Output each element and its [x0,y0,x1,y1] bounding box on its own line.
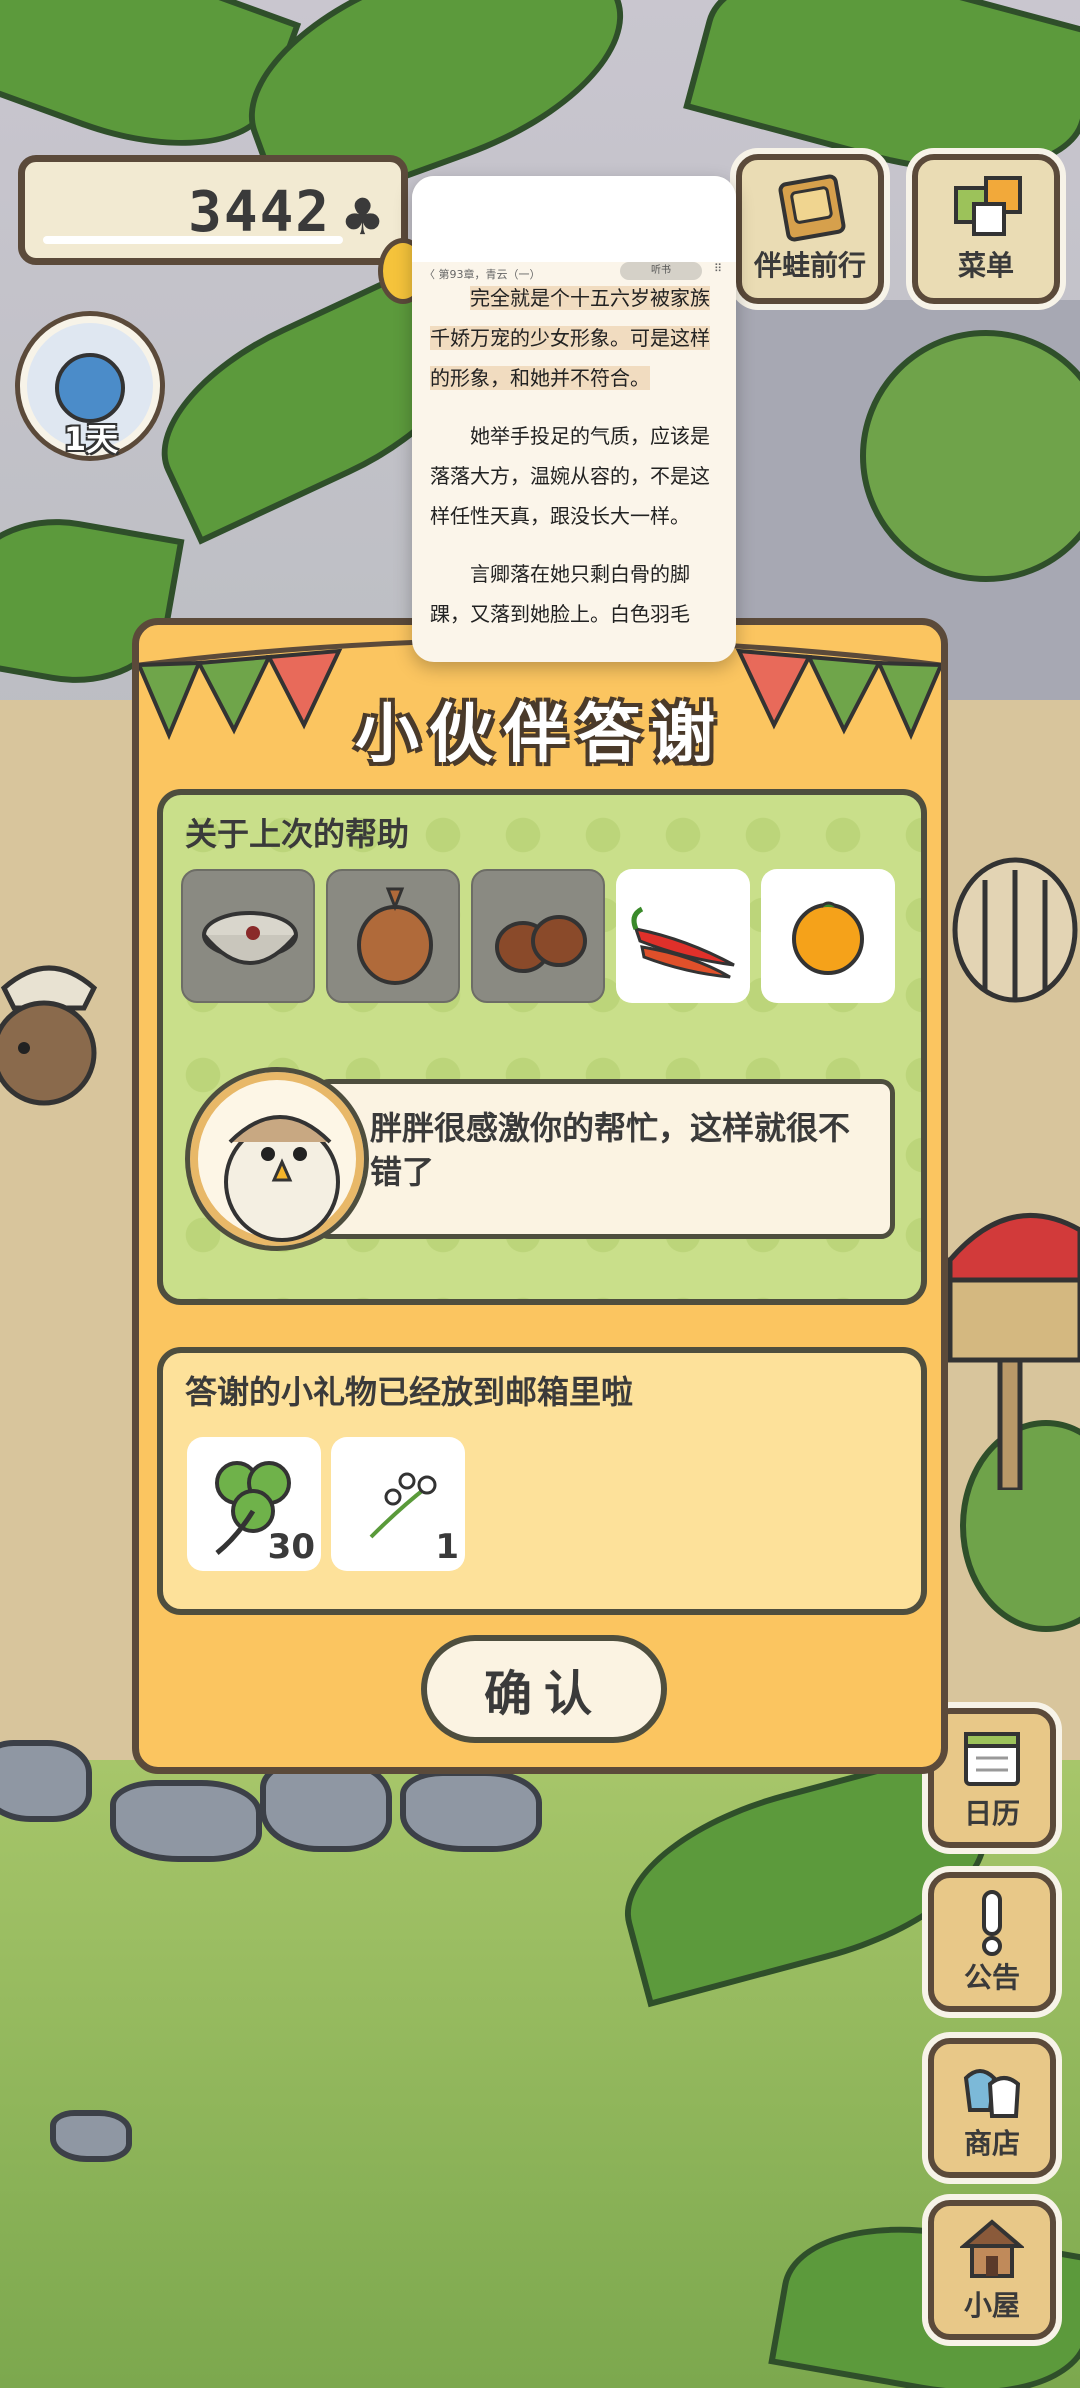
dialog-title: 小伙伴答谢 [355,698,725,772]
avatar-character [55,353,125,423]
birdcage [952,857,1078,1003]
item-slot [326,869,460,1003]
calendar-icon [964,1732,1020,1786]
helped-items-list [181,869,895,1003]
album-button[interactable]: 伴蛙前行 [736,154,884,304]
counter-underline [43,236,343,244]
house-icon [960,2219,1024,2278]
shop-label: 商店 [963,2127,1020,2160]
chili-peppers-icon [631,906,735,979]
calendar-label: 日历 [963,1797,1020,1830]
gift-count: 1 [435,1527,459,1567]
speech-text: 胖胖很感激你的帮忙，这样就很不错了 [370,1109,851,1191]
help-section-title: 关于上次的帮助 [185,815,410,853]
mailbox [947,1213,1080,1490]
highlighted-text: 完全就是个十五六岁被家族千娇万宠的少女形象。可是这样的形象，和她并不符合。 [430,286,710,390]
album-icon [778,174,846,242]
item-slot [616,869,750,1003]
album-label: 伴蛙前行 [753,249,866,282]
speech-bubble: 胖胖很感激你的帮忙，这样就很不错了 [315,1079,895,1239]
floating-reader-window[interactable]: 〈 第93章，青云（一） 听书 ⠿ 完全就是个十五六岁被家族千娇万宠的少女形象。… [412,176,736,662]
shop-button[interactable]: 商店 [928,2038,1056,2178]
orange-icon [792,901,864,975]
item-slot [181,869,315,1003]
grid-icon[interactable]: ⠿ [714,262,722,275]
stone [0,1740,92,1822]
onion-icon [357,887,433,985]
menu-cards-icon [954,176,1022,236]
help-section: 关于上次的帮助 胖胖很感激你的帮忙，这样就很不错了 [157,789,927,1305]
house-label: 小屋 [963,2289,1020,2322]
clover-icon: ♣ [340,188,385,246]
menu-button[interactable]: 菜单 [912,154,1060,304]
gift-section-title: 答谢的小礼物已经放到邮箱里啦 [185,1373,634,1411]
reader-titlebar[interactable] [412,176,736,262]
gift-section: 答谢的小礼物已经放到邮箱里啦 30 1 [157,1347,927,1615]
thanks-dialog: 小伙伴答谢 关于上次的帮助 胖胖很感激你的帮忙，这样就很不错了 答谢的小礼物已经… [132,618,948,1774]
reader-paragraph: 完全就是个十五六岁被家族千娇万宠的少女形象。可是这样的形象，和她并不符合。 [430,278,720,398]
acorn-character [0,965,98,1106]
chestnuts-icon [495,915,587,973]
house-button[interactable]: 小屋 [928,2200,1056,2340]
stone [400,1770,542,1852]
menu-label: 菜单 [957,249,1014,282]
bowl-icon [202,911,298,965]
reader-paragraph: 言卿落在她只剩白骨的脚踝，又落到她脸上。白色羽毛 [430,562,690,626]
gift-list: 30 1 [187,1437,465,1571]
gift-count: 30 [267,1527,315,1567]
stone [50,2110,132,2162]
notice-button[interactable]: 公告 [928,1872,1056,2012]
exclamation-icon [982,1890,1002,1956]
confirm-button[interactable]: 确认 [421,1635,667,1743]
item-slot [761,869,895,1003]
day-counter: 1天 [63,420,119,458]
item-slot [471,869,605,1003]
reader-paragraph: 她举手投足的气质，应该是落落大方，温婉从容的，不是这样任性天真，跟没长大一样。 [430,424,710,528]
shop-bags-icon [963,2069,1021,2118]
reader-text: 完全就是个十五六岁被家族千娇万宠的少女形象。可是这样的形象，和她并不符合。 她举… [430,278,720,652]
gift-slot: 30 [187,1437,321,1571]
gift-slot: 1 [331,1437,465,1571]
clover-counter: 3442 ♣ [18,155,408,265]
notice-label: 公告 [963,1961,1020,1994]
owl-icon [224,1115,340,1242]
owl-portrait [185,1067,369,1251]
stone [110,1780,262,1862]
